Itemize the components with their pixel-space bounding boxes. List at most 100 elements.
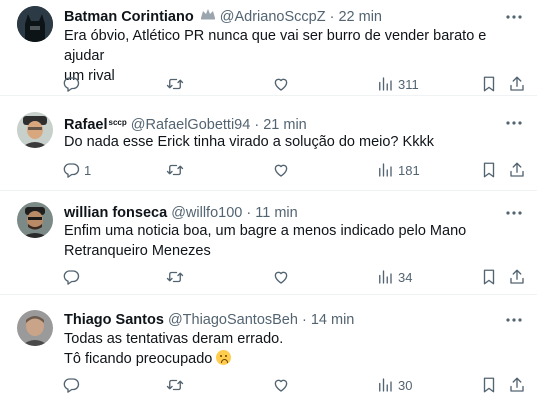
heart-icon	[274, 164, 288, 177]
views-count: 30	[398, 377, 413, 393]
tweet-header: Rafaelsccp @RafaelGobetti94 · 21 min	[64, 114, 307, 134]
worried-face-emoji-icon	[216, 350, 232, 365]
retweet-button[interactable]	[166, 375, 184, 395]
tweet-text: Todas as tentativas deram errado. Tô fic…	[64, 329, 524, 369]
heart-icon	[274, 379, 288, 392]
timestamp[interactable]: 11 min	[255, 205, 297, 221]
retweet-button[interactable]	[166, 267, 184, 287]
bookmark-button[interactable]	[480, 267, 498, 287]
more-options-icon[interactable]	[505, 120, 523, 126]
display-name[interactable]: willian fonseca	[64, 205, 167, 221]
separator-dot: ·	[254, 117, 260, 133]
reply-count: 1	[84, 162, 92, 178]
bookmark-icon	[483, 162, 495, 178]
sccp-badge: sccp	[108, 118, 127, 127]
heart-icon	[274, 271, 288, 284]
tweet[interactable]: Rafaelsccp @RafaelGobetti94 · 21 min Do …	[0, 96, 537, 191]
views-count: 34	[398, 269, 413, 285]
timestamp[interactable]: 21 min	[263, 117, 307, 133]
separator-dot: ·	[246, 205, 252, 221]
separator-dot: ·	[329, 9, 335, 25]
more-options-icon[interactable]	[505, 210, 523, 216]
like-button[interactable]	[272, 160, 290, 180]
retweet-icon	[166, 379, 184, 391]
views-button[interactable]: 311	[376, 74, 419, 94]
action-bar: 34	[62, 267, 532, 287]
action-bar: 311	[62, 74, 532, 94]
tweet[interactable]: Batman Corintiano @AdrianoSccpZ · 22 min…	[0, 0, 537, 96]
display-name[interactable]: Thiago Santos	[64, 312, 164, 328]
views-count: 311	[398, 76, 419, 92]
action-bar: 30	[62, 375, 532, 395]
tweet-text-line: Todas as tentativas deram errado.	[64, 331, 284, 347]
separator-dot: ·	[301, 312, 307, 328]
tweet[interactable]: willian fonseca @willfo100 · 11 min Enfi…	[0, 191, 537, 295]
share-button[interactable]	[508, 160, 526, 180]
views-chart-icon	[379, 378, 392, 392]
reply-button[interactable]	[62, 375, 84, 395]
person-avatar-icon	[17, 202, 53, 238]
share-button[interactable]	[508, 74, 526, 94]
timestamp[interactable]: 22 min	[338, 9, 382, 25]
views-chart-icon	[379, 270, 392, 284]
heart-icon	[274, 78, 288, 91]
retweet-icon	[166, 78, 184, 90]
user-handle[interactable]: @RafaelGobetti94	[131, 117, 251, 133]
bookmark-icon	[483, 377, 495, 393]
views-button[interactable]: 30	[376, 375, 412, 395]
views-chart-icon	[379, 163, 392, 177]
like-button[interactable]	[272, 74, 290, 94]
share-icon	[510, 377, 524, 392]
tweet-text-line: Do nada esse Erick tinha virado a soluçã…	[64, 134, 434, 150]
person-avatar-icon	[17, 112, 53, 148]
share-button[interactable]	[508, 375, 526, 395]
tweet-text-segment: Tô ficando preocupado	[64, 351, 213, 367]
views-chart-icon	[379, 77, 392, 91]
bookmark-button[interactable]	[480, 375, 498, 395]
bookmark-button[interactable]	[480, 160, 498, 180]
retweet-button[interactable]	[166, 74, 184, 94]
views-button[interactable]: 181	[376, 160, 420, 180]
like-button[interactable]	[272, 267, 290, 287]
avatar[interactable]	[17, 112, 53, 148]
reply-button[interactable]	[62, 74, 84, 94]
avatar[interactable]	[17, 310, 53, 346]
retweet-icon	[166, 271, 184, 283]
like-button[interactable]	[272, 375, 290, 395]
more-options-icon[interactable]	[505, 14, 523, 20]
more-options-icon[interactable]	[505, 317, 523, 323]
display-name[interactable]: Rafael	[64, 117, 108, 133]
tweet-text-line: Era óbvio, Atlético PR nunca que vai ser…	[64, 28, 487, 64]
timestamp[interactable]: 14 min	[311, 312, 355, 328]
reply-icon	[63, 378, 80, 393]
crown-icon	[200, 9, 215, 20]
user-handle[interactable]: @willfo100	[171, 205, 242, 221]
retweet-button[interactable]	[166, 160, 184, 180]
tweet-text-line: Tô ficando preocupado	[64, 349, 524, 369]
views-count: 181	[398, 162, 420, 178]
tweet-text-line: Enfim uma noticia boa, um bagre a menos …	[64, 223, 467, 239]
tweet[interactable]: Thiago Santos @ThiagoSantosBeh · 14 min …	[0, 295, 537, 405]
bookmark-button[interactable]	[480, 74, 498, 94]
tweet-header: Batman Corintiano @AdrianoSccpZ · 22 min	[64, 8, 382, 26]
views-button[interactable]: 34	[376, 267, 412, 287]
share-button[interactable]	[508, 267, 526, 287]
reply-icon	[63, 77, 80, 92]
share-icon	[510, 162, 524, 177]
display-name[interactable]: Batman Corintiano	[64, 9, 194, 25]
bookmark-icon	[483, 269, 495, 285]
avatar[interactable]	[17, 202, 53, 238]
retweet-icon	[166, 164, 184, 176]
reply-button[interactable]: 1	[62, 160, 91, 180]
reply-button[interactable]	[62, 267, 84, 287]
tweet-header: Thiago Santos @ThiagoSantosBeh · 14 min	[64, 311, 354, 329]
bookmark-icon	[483, 76, 495, 92]
avatar[interactable]	[17, 6, 53, 42]
user-handle[interactable]: @AdrianoSccpZ	[220, 9, 326, 25]
batman-avatar-icon	[17, 6, 53, 42]
user-handle[interactable]: @ThiagoSantosBeh	[168, 312, 298, 328]
tweet-text: Do nada esse Erick tinha virado a soluçã…	[64, 132, 524, 152]
tweet-header: willian fonseca @willfo100 · 11 min	[64, 204, 298, 222]
tweet-text: Enfim uma noticia boa, um bagre a menos …	[64, 221, 524, 261]
share-icon	[510, 76, 524, 91]
